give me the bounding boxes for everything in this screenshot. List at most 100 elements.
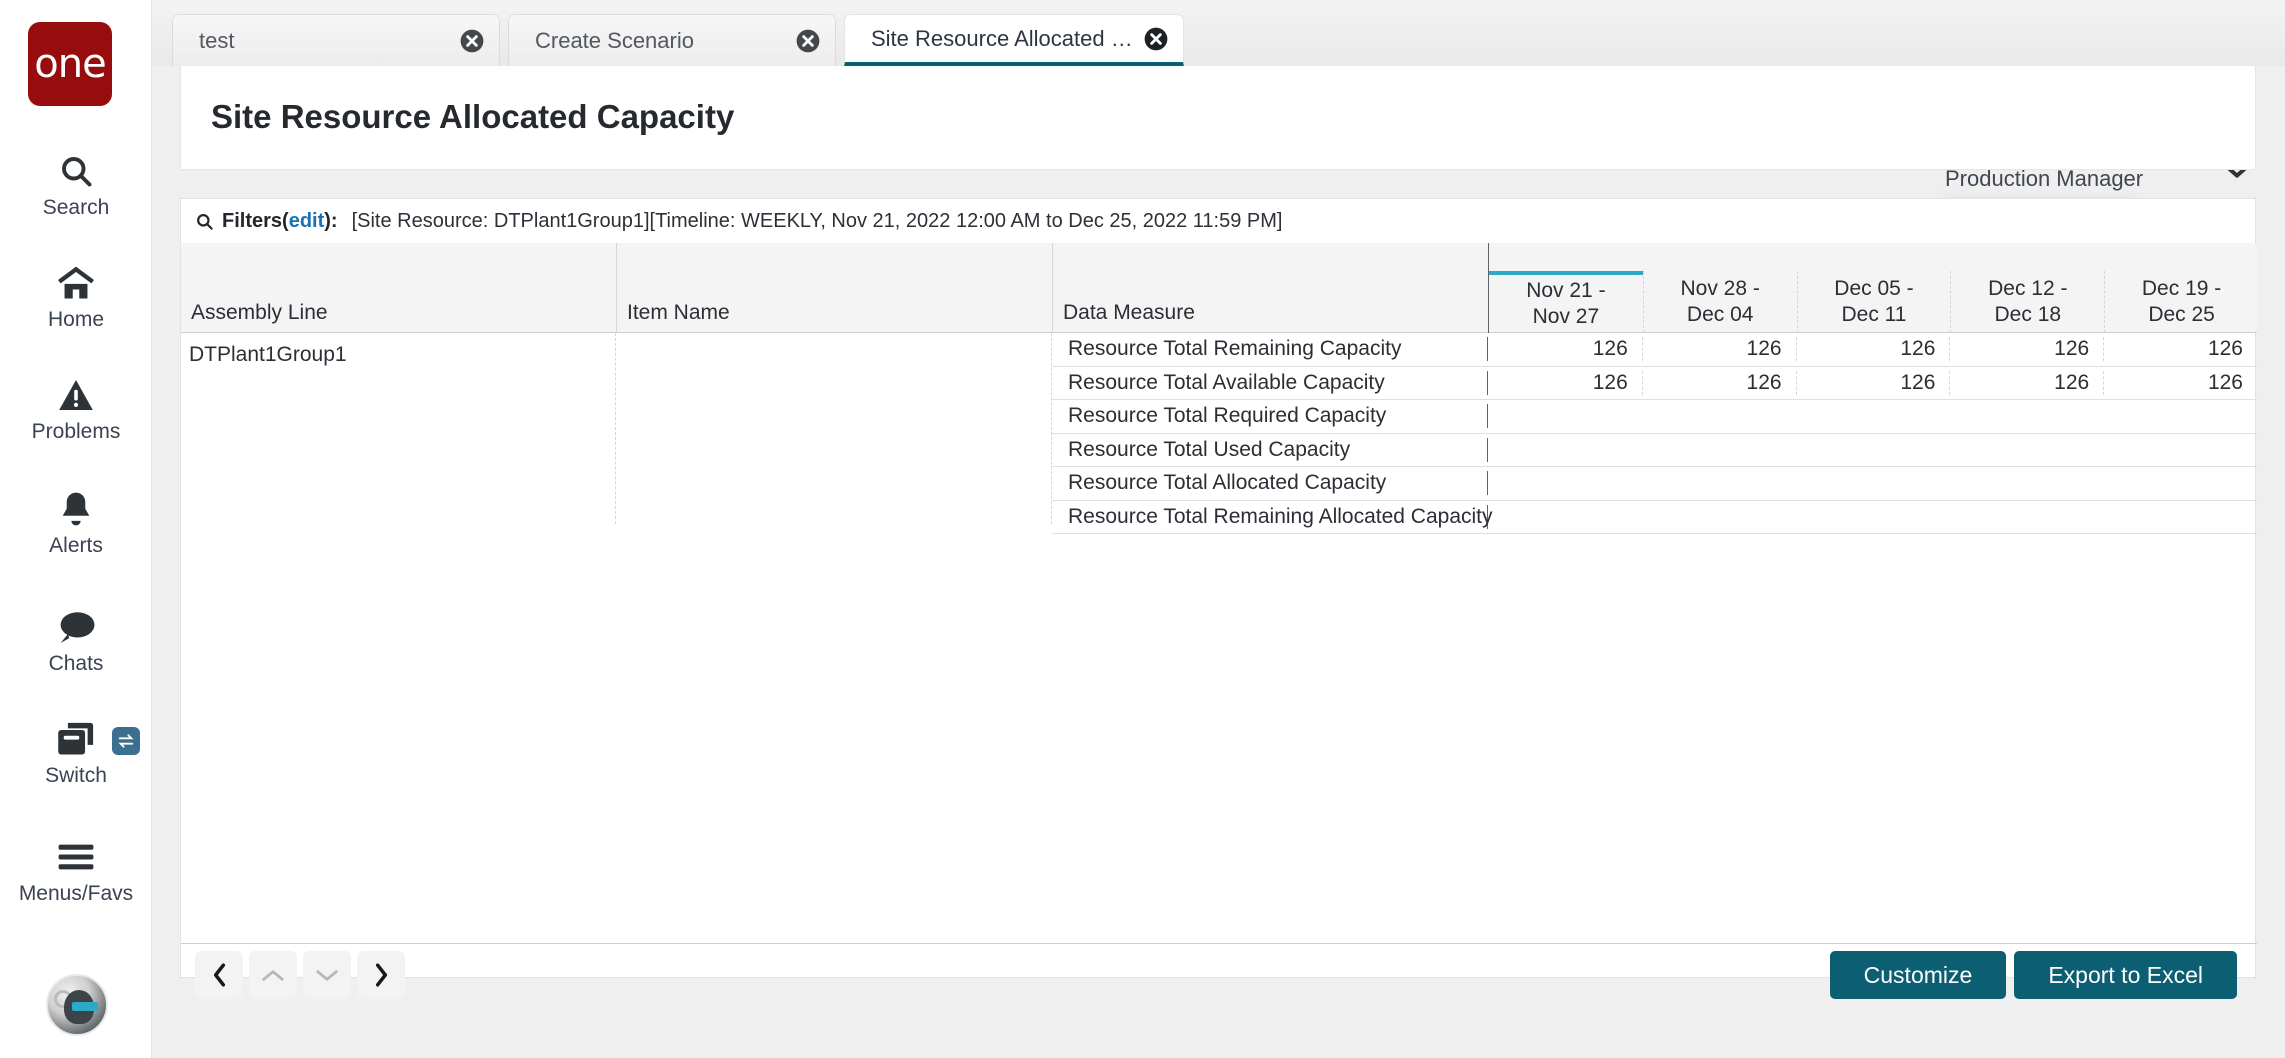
- table-row[interactable]: Resource Total Remaining Capacity 126 12…: [1052, 333, 2257, 367]
- measure-value[interactable]: 126: [2103, 371, 2257, 395]
- measure-value[interactable]: 126: [1796, 371, 1950, 395]
- sidebar-item-problems[interactable]: Problems: [0, 372, 152, 444]
- cell-assembly-line[interactable]: DTPlant1Group1: [181, 333, 616, 524]
- sidebar-item-label: Home: [48, 308, 104, 332]
- page-prev-button[interactable]: [195, 951, 243, 999]
- measure-name: Resource Total Available Capacity: [1052, 371, 1488, 395]
- measure-name: Resource Total Required Capacity: [1052, 404, 1488, 428]
- browser-tab-strip: test Create Scenario Site Resource Alloc…: [152, 0, 2285, 66]
- sidebar-item-label: Alerts: [49, 534, 103, 558]
- sidebar-item-menus-favs[interactable]: Menus/Favs: [0, 834, 152, 906]
- hamburger-icon: [57, 834, 95, 880]
- windows-switch-icon: [55, 716, 97, 762]
- tab-label: Create Scenario: [535, 28, 785, 54]
- data-grid: Assembly Line Item Name Data Measure Nov…: [181, 243, 2257, 978]
- sidebar-item-label: Switch: [45, 764, 107, 788]
- period-header[interactable]: Dec 05 - Dec 11: [1797, 271, 1951, 333]
- swap-arrows-icon[interactable]: [112, 727, 140, 755]
- column-header-data-measure[interactable]: Data Measure: [1052, 243, 1488, 333]
- measure-value[interactable]: 126: [1488, 371, 1642, 395]
- measure-value[interactable]: 126: [1949, 371, 2103, 395]
- left-navigation-rail: one Search Home Problems: [0, 0, 152, 1058]
- measure-value[interactable]: 126: [1488, 337, 1642, 361]
- period-line-1: Dec 12 -: [1988, 276, 2067, 302]
- close-circle-icon[interactable]: [1143, 26, 1169, 52]
- measure-value[interactable]: 126: [1796, 337, 1950, 361]
- sidebar-item-label: Problems: [32, 420, 121, 444]
- export-to-excel-button[interactable]: Export to Excel: [2014, 951, 2237, 999]
- period-header[interactable]: Nov 21 - Nov 27: [1489, 271, 1643, 333]
- period-header[interactable]: Nov 28 - Dec 04: [1643, 271, 1797, 333]
- tab-site-resource-allocated-capacity[interactable]: Site Resource Allocated Capacity: [844, 14, 1184, 66]
- measure-value[interactable]: 126: [1642, 337, 1796, 361]
- brand-logo[interactable]: one: [28, 22, 112, 106]
- measure-name: Resource Total Allocated Capacity: [1052, 471, 1488, 495]
- filters-paren-open: (: [282, 210, 289, 233]
- home-icon: [56, 260, 96, 306]
- sidebar-item-alerts[interactable]: Alerts: [0, 486, 152, 558]
- column-header-label: Item Name: [627, 301, 730, 325]
- assembly-line-value: DTPlant1Group1: [189, 343, 347, 366]
- chat-bubble-icon: [56, 604, 96, 650]
- page-title: Site Resource Allocated Capacity: [211, 98, 734, 136]
- table-row[interactable]: Resource Total Available Capacity 126 12…: [1052, 367, 2257, 401]
- period-line-1: Nov 28 -: [1681, 276, 1760, 302]
- warning-triangle-icon: [58, 372, 94, 418]
- tab-create-scenario[interactable]: Create Scenario: [508, 14, 836, 66]
- period-line-2: Dec 18: [1995, 302, 2062, 328]
- sidebar-item-home[interactable]: Home: [0, 260, 152, 332]
- filters-paren-close: ):: [324, 210, 337, 233]
- page-header: Site Resource Allocated Capacity: [180, 62, 2256, 170]
- period-header[interactable]: Dec 19 - Dec 25: [2104, 271, 2258, 333]
- measure-value[interactable]: 126: [1949, 337, 2103, 361]
- measure-name: Resource Total Remaining Allocated Capac…: [1052, 505, 1488, 529]
- period-line-1: Nov 21 -: [1526, 278, 1605, 304]
- table-row[interactable]: Resource Total Remaining Allocated Capac…: [1052, 501, 2257, 535]
- column-header-assembly-line[interactable]: Assembly Line: [181, 243, 616, 333]
- measure-values: 126 126 126 126 126: [1488, 371, 2257, 395]
- close-circle-icon[interactable]: [459, 28, 485, 54]
- column-header-item-name[interactable]: Item Name: [616, 243, 1052, 333]
- period-line-1: Dec 19 -: [2142, 276, 2221, 302]
- footer-actions: Customize Export to Excel: [1830, 951, 2237, 999]
- tab-test[interactable]: test: [172, 14, 500, 66]
- column-header-label: Data Measure: [1063, 301, 1195, 325]
- sidebar-item-label: Chats: [49, 652, 104, 676]
- search-icon: [195, 212, 214, 231]
- column-header-label: Assembly Line: [191, 301, 328, 325]
- page-next-button[interactable]: [357, 951, 405, 999]
- bell-icon: [59, 486, 93, 532]
- filters-label: Filters: [222, 210, 282, 233]
- cell-item-name[interactable]: [616, 333, 1052, 524]
- avatar-visor-detail: [72, 1002, 98, 1011]
- brand-logo-text: one: [34, 44, 105, 84]
- search-icon: [58, 148, 94, 194]
- robot-avatar-icon[interactable]: [46, 974, 108, 1036]
- period-line-2: Dec 11: [1842, 302, 1907, 328]
- scroll-up-button[interactable]: [249, 951, 297, 999]
- period-line-2: Nov 27: [1533, 304, 1600, 330]
- measure-name: Resource Total Remaining Capacity: [1052, 337, 1488, 361]
- customize-button[interactable]: Customize: [1830, 951, 2007, 999]
- grid-header-row: Assembly Line Item Name Data Measure Nov…: [181, 243, 2257, 333]
- table-row[interactable]: Resource Total Required Capacity: [1052, 400, 2257, 434]
- tab-label: test: [199, 28, 449, 54]
- tab-label: Site Resource Allocated Capacity: [871, 26, 1133, 52]
- period-header-group: Nov 21 - Nov 27 Nov 28 - Dec 04 Dec 05 -…: [1488, 243, 2257, 333]
- table-row[interactable]: Resource Total Used Capacity: [1052, 434, 2257, 468]
- close-circle-icon[interactable]: [795, 28, 821, 54]
- grid-footer-divider: [181, 943, 2257, 944]
- table-row[interactable]: Resource Total Allocated Capacity: [1052, 467, 2257, 501]
- period-line-2: Dec 25: [2148, 302, 2215, 328]
- measure-values: 126 126 126 126 126: [1488, 337, 2257, 361]
- filters-edit-link[interactable]: edit: [289, 210, 325, 233]
- filter-bar: Filters ( edit ): [Site Resource: DTPlan…: [181, 199, 2257, 243]
- sidebar-item-chats[interactable]: Chats: [0, 604, 152, 676]
- measure-value[interactable]: 126: [2103, 337, 2257, 361]
- measure-value[interactable]: 126: [1642, 371, 1796, 395]
- report-panel: Filters ( edit ): [Site Resource: DTPlan…: [180, 198, 2256, 978]
- period-line-1: Dec 05 -: [1834, 276, 1913, 302]
- sidebar-item-search[interactable]: Search: [0, 148, 152, 220]
- scroll-down-button[interactable]: [303, 951, 351, 999]
- period-header[interactable]: Dec 12 - Dec 18: [1950, 271, 2104, 333]
